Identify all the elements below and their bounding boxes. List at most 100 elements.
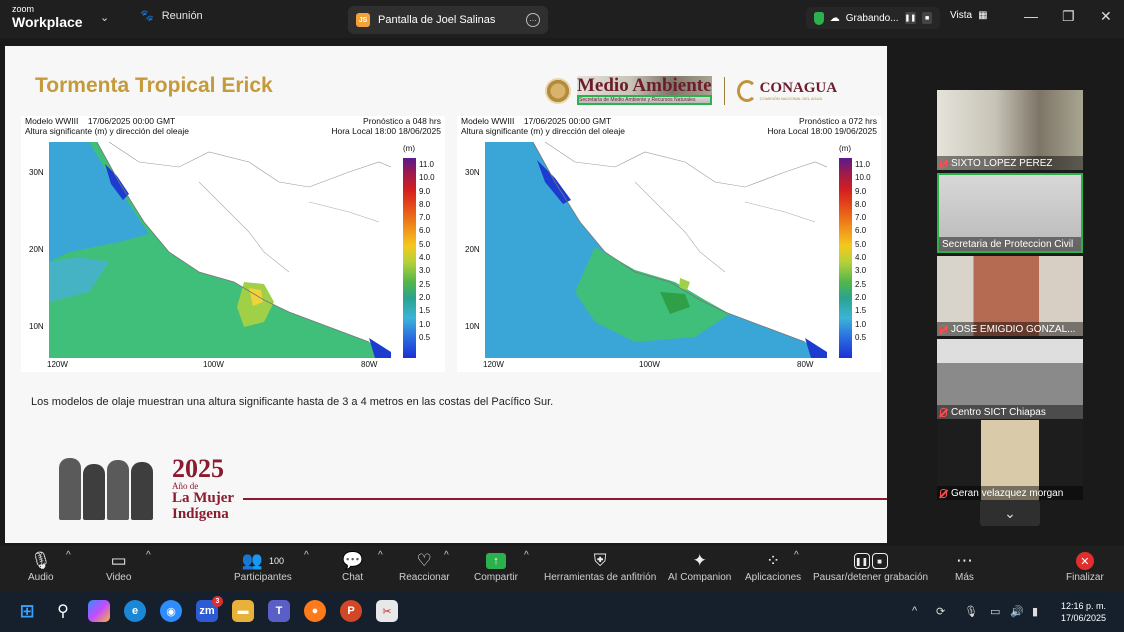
apps-options-caret[interactable]: ^: [794, 550, 799, 561]
conagua-logo: CONAGUA COMISIÓN NACIONAL DEL AGUA: [736, 79, 837, 102]
paw-icon: 🐾: [140, 10, 154, 22]
shield-icon: [814, 11, 824, 25]
copilot-icon[interactable]: [88, 600, 110, 622]
video-options-caret[interactable]: ^: [146, 550, 151, 561]
zoom-icon[interactable]: ◉: [160, 600, 182, 622]
lon-label: 120W: [483, 360, 504, 369]
tick-label: 2.0: [419, 292, 431, 302]
restore-icon[interactable]: ❐: [1062, 8, 1075, 25]
tick-label: 3.0: [855, 266, 867, 276]
map-subtitle: Altura significante (m) y dirección del …: [461, 126, 625, 136]
participants-button[interactable]: 👥 100 Participantes: [234, 550, 292, 583]
share-button[interactable]: ↑ Compartir: [474, 550, 518, 583]
edge-icon[interactable]: e: [124, 600, 146, 622]
colorbar: [403, 158, 416, 358]
participant-tile[interactable]: JOSE EMIGDIO GONZAL...: [937, 256, 1083, 336]
participant-name-bar: Geran velazquez morgan: [937, 486, 1083, 500]
stop-recording-icon[interactable]: ■: [922, 12, 932, 24]
battery-icon[interactable]: ▮: [1032, 605, 1038, 618]
chat-options-caret[interactable]: ^: [378, 550, 383, 561]
year-line1: La Mujer: [172, 490, 235, 506]
share-screen-icon: ↑: [485, 553, 506, 569]
lat-label: 30N: [465, 168, 480, 177]
microphone-tray-icon[interactable]: 🎙: [964, 605, 978, 618]
participant-tile[interactable]: Geran velazquez morgan: [937, 420, 1083, 500]
network-icon[interactable]: ▭: [990, 605, 1000, 618]
react-label: Reaccionar: [399, 572, 450, 583]
conagua-subtext: COMISIÓN NACIONAL DEL AGUA: [759, 95, 823, 101]
map-local-time: Hora Local 18:00 19/06/2025: [767, 126, 877, 136]
shared-screen: Tormenta Tropical Erick Medio Ambiente S…: [5, 46, 887, 543]
lon-label: 100W: [203, 360, 224, 369]
end-meeting-button[interactable]: ✕ Finalizar: [1066, 550, 1104, 583]
lat-label: 10N: [29, 322, 44, 331]
participant-tile[interactable]: Centro SICT Chiapas: [937, 339, 1083, 419]
tick-label: 2.0: [855, 292, 867, 302]
participants-label: Participantes: [234, 572, 292, 583]
system-clock[interactable]: 12:16 p. m. 17/06/2025: [1061, 600, 1106, 624]
wave-map-72h: Modelo WWIII 17/06/2025 00:00 GMT Altura…: [457, 116, 881, 372]
powerpoint-icon[interactable]: P: [340, 600, 362, 622]
ai-companion-button[interactable]: ✦ AI Companion: [668, 550, 731, 583]
medio-ambiente-logo: Medio Ambiente Secretaría de Medio Ambie…: [545, 76, 837, 105]
record-control-button[interactable]: ❚❚ ■ Pausar/detener grabación: [813, 550, 928, 583]
participant-tile[interactable]: SIXTO LOPEZ PEREZ: [937, 90, 1083, 170]
map-local-time: Hora Local 18:00 18/06/2025: [331, 126, 441, 136]
lat-label: 10N: [465, 322, 480, 331]
firefox-icon[interactable]: ●: [304, 600, 326, 622]
logo-sub-text: Secretaría de Medio Ambiente y Recursos …: [577, 95, 712, 105]
map-model: Modelo WWIII: [25, 116, 79, 126]
grid-icon: ▦: [978, 10, 988, 21]
zoom-workplace-taskbar-icon[interactable]: zm 3: [196, 596, 223, 622]
lon-label: 80W: [361, 360, 378, 369]
more-options-icon[interactable]: ···: [526, 13, 540, 27]
tick-label: 1.5: [419, 306, 431, 316]
windows-start-icon[interactable]: ⊞: [16, 600, 38, 622]
host-tools-button[interactable]: ⛨ Herramientas de anfitrión: [544, 550, 656, 583]
chevron-down-icon[interactable]: ⌄: [100, 11, 109, 24]
close-icon: ✕: [1075, 552, 1094, 570]
apps-label: Aplicaciones: [745, 572, 802, 583]
search-icon[interactable]: ⚲: [52, 600, 74, 622]
participant-name: JOSE EMIGDIO GONZAL...: [951, 323, 1076, 335]
woman-figure: [59, 458, 81, 520]
chat-button[interactable]: 💬 Chat: [342, 550, 363, 583]
tab-meeting[interactable]: 🐾 Reunión: [140, 9, 203, 23]
file-explorer-icon[interactable]: ▬: [232, 600, 254, 622]
volume-icon[interactable]: 🔊: [1010, 605, 1024, 618]
teams-icon[interactable]: T: [268, 600, 290, 622]
tab-meeting-label: Reunión: [161, 9, 203, 22]
participants-options-caret[interactable]: ^: [304, 550, 309, 561]
logo-big: Workplace: [12, 14, 83, 30]
tick-label: 2.5: [855, 279, 867, 289]
react-button[interactable]: ♡ Reaccionar: [399, 550, 450, 583]
minimize-icon[interactable]: —: [1024, 8, 1038, 24]
tick-label: 6.0: [419, 226, 431, 236]
audio-button[interactable]: 🎙 Audio: [28, 550, 54, 583]
apps-button[interactable]: ⁘ Aplicaciones: [745, 550, 801, 583]
view-label: Vista: [950, 10, 973, 21]
audio-options-caret[interactable]: ^: [66, 550, 71, 561]
more-button[interactable]: ⋯ Más: [955, 550, 974, 583]
lat-label: 20N: [465, 245, 480, 254]
sync-icon[interactable]: ⟳: [936, 605, 945, 618]
tab-screen-share[interactable]: JS Pantalla de Joel Salinas ···: [348, 6, 548, 34]
zoom-workplace-logo[interactable]: zoom Workplace: [12, 5, 83, 30]
tick-label: 4.0: [855, 253, 867, 263]
logo-divider: [723, 76, 725, 105]
participant-tile-active-speaker[interactable]: Secretaria de Proteccion Civil: [937, 173, 1083, 253]
view-button[interactable]: Vista ▦: [950, 10, 988, 21]
participant-name-bar: Secretaria de Proteccion Civil: [939, 237, 1081, 251]
snipping-tool-icon[interactable]: ✂: [376, 600, 398, 622]
participant-name-bar: SIXTO LOPEZ PEREZ: [937, 156, 1083, 170]
tick-label: 3.0: [419, 266, 431, 276]
tick-label: 1.0: [855, 319, 867, 329]
react-options-caret[interactable]: ^: [444, 550, 449, 561]
map-forecast: Pronóstico a 048 hrs: [363, 116, 441, 126]
pause-recording-icon[interactable]: ❚❚: [904, 12, 917, 24]
video-button[interactable]: ▭ Video: [106, 550, 131, 583]
share-options-caret[interactable]: ^: [524, 550, 529, 561]
chevron-up-icon[interactable]: ^: [912, 605, 917, 617]
scroll-gallery-down-button[interactable]: ⌄: [980, 500, 1040, 526]
close-icon[interactable]: ✕: [1100, 8, 1112, 25]
